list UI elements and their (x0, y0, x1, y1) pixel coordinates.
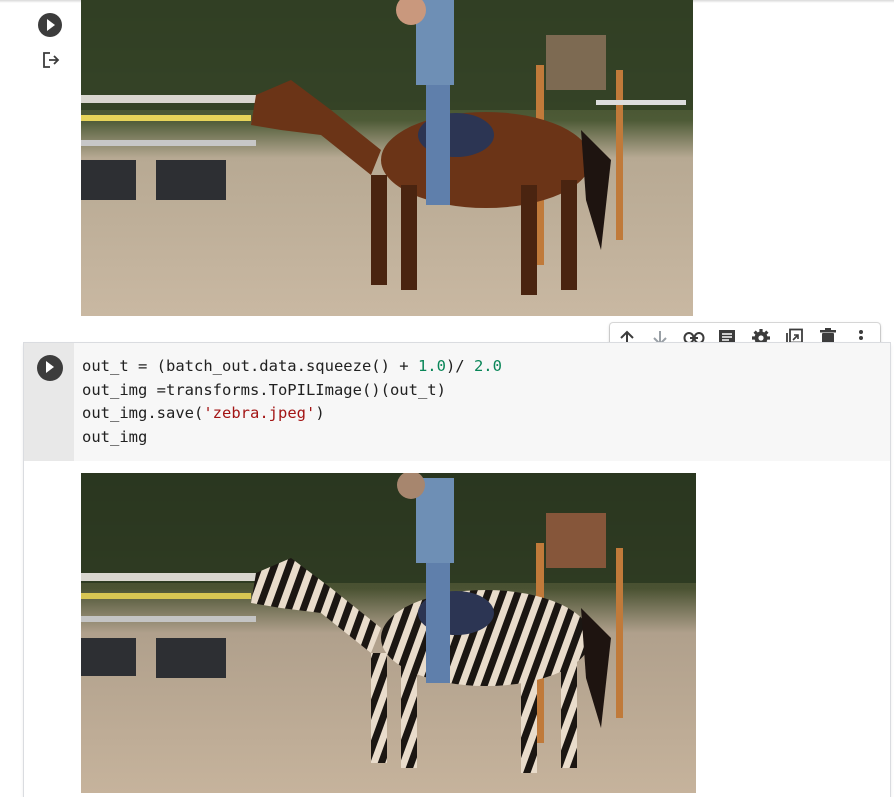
output-redirect-icon[interactable] (41, 50, 61, 70)
code-text[interactable]: out_t = (batch_out.data.squeeze() + 1.0)… (82, 355, 502, 449)
run-cell-button[interactable] (38, 13, 62, 37)
code-token: out_img (82, 427, 148, 446)
code-token: out_img.save( (82, 404, 204, 422)
code-cell[interactable]: out_t = (batch_out.data.squeeze() + 1.0)… (24, 343, 890, 797)
code-number: 1.0 (417, 357, 446, 375)
code-token: out_t = (batch_out.data.squeeze() + (82, 357, 418, 375)
run-cell-button[interactable] (37, 355, 63, 381)
cell-gutter (24, 343, 74, 461)
output-image-horse (81, 0, 693, 316)
code-token: ) (315, 404, 325, 422)
code-string: 'zebra.jpeg' (203, 404, 316, 422)
output-image-zebra (81, 473, 696, 793)
code-token: )/ (445, 357, 474, 375)
code-editor[interactable]: out_t = (batch_out.data.squeeze() + 1.0)… (74, 343, 890, 461)
code-number: 2.0 (473, 357, 502, 375)
code-token: out_img =transforms.ToPILImage()(out_t) (82, 380, 446, 399)
